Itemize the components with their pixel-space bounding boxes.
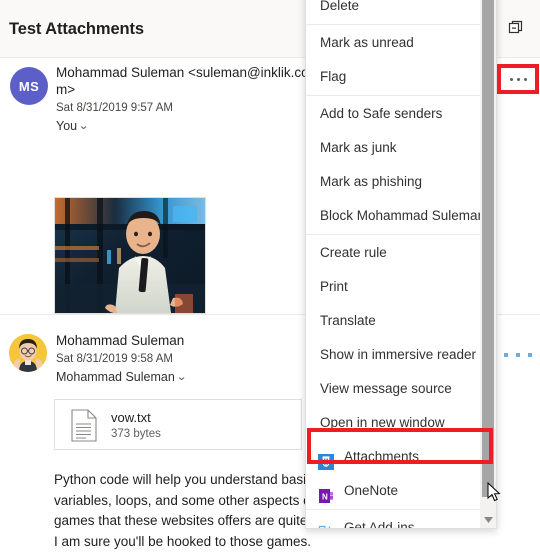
- menu-item-mark-as-unread[interactable]: Mark as unread: [306, 26, 496, 60]
- menu-item-get-add-ins[interactable]: Get Add-ins: [306, 511, 496, 529]
- chevron-down-icon[interactable]: ⌄: [176, 369, 188, 385]
- menu-item-attachments[interactable]: Attachments: [306, 440, 496, 474]
- menu-item-label: Print: [320, 279, 348, 294]
- restore-window-icon: [508, 19, 524, 40]
- menu-divider: [306, 24, 496, 25]
- menu-item-mark-as-junk[interactable]: Mark as junk: [306, 131, 496, 165]
- attachment-filename: vow.txt: [111, 410, 151, 425]
- menu-item-onenote[interactable]: N OneNote: [306, 474, 496, 508]
- message-more-actions-button[interactable]: [504, 345, 532, 365]
- page-title: Test Attachments: [9, 20, 145, 38]
- message-recipients[interactable]: Mohammad Suleman⌄: [56, 369, 316, 385]
- menu-item-label: Show in immersive reader: [320, 347, 477, 362]
- sender-name: Mohammad Suleman <suleman@inklik.com>: [56, 65, 309, 97]
- menu-item-label: Translate: [320, 313, 376, 328]
- message-header-2: Mohammad Suleman Sat 8/31/2019 9:58 AM M…: [56, 332, 316, 385]
- menu-item-label: Block Mohammad Suleman: [320, 208, 486, 223]
- menu-divider: [306, 509, 496, 510]
- scroll-down-arrow-icon[interactable]: [480, 512, 496, 528]
- svg-text:N: N: [322, 493, 328, 502]
- inline-image-attachment[interactable]: [54, 197, 206, 314]
- context-menu-list: Delete Mark as unread Flag Add to Safe send…: [306, 0, 496, 529]
- menu-item-label: Attachments: [344, 449, 420, 464]
- menu-item-label: Mark as phishing: [320, 174, 423, 189]
- menu-item-create-rule[interactable]: Create rule: [306, 236, 496, 270]
- menu-item-delete[interactable]: Delete: [306, 0, 496, 23]
- dot: [504, 353, 508, 357]
- menu-item-show-in-immersive-reader[interactable]: Show in immersive reader: [306, 338, 496, 372]
- text-file-icon: [70, 409, 98, 442]
- more-actions-button[interactable]: [501, 68, 535, 90]
- menu-divider: [306, 95, 496, 96]
- get-addins-icon: [318, 520, 334, 528]
- recipients-label: Mohammad Suleman: [56, 370, 175, 384]
- context-menu-scrollbar[interactable]: [480, 0, 496, 528]
- menu-item-mark-as-phishing[interactable]: Mark as phishing: [306, 165, 496, 199]
- menu-item-add-to-safe-senders[interactable]: Add to Safe senders: [306, 97, 496, 131]
- menu-item-view-message-source[interactable]: View message source: [306, 372, 496, 406]
- menu-item-label: Create rule: [320, 245, 387, 260]
- menu-item-label: Mark as junk: [320, 140, 397, 155]
- menu-item-label: Open in new window: [320, 415, 445, 430]
- menu-divider: [306, 234, 496, 235]
- menu-item-label: Delete: [320, 0, 360, 13]
- message-timestamp: Sat 8/31/2019 9:57 AM: [56, 102, 174, 114]
- sender-name: Mohammad Suleman: [56, 333, 185, 348]
- menu-item-translate[interactable]: Translate: [306, 304, 496, 338]
- dot: [528, 353, 532, 357]
- menu-item-label: Mark as unread: [320, 35, 414, 50]
- menu-item-label: View message source: [320, 381, 452, 396]
- scrollbar-thumb[interactable]: [482, 0, 494, 497]
- message-header-1: Mohammad Suleman <suleman@inklik.com> Sa…: [56, 64, 316, 134]
- dot: [523, 77, 527, 81]
- attachment-card[interactable]: vow.txt 373 bytes: [54, 399, 302, 450]
- menu-item-flag[interactable]: Flag: [306, 60, 496, 94]
- menu-item-block-mohammad-suleman[interactable]: Block Mohammad Suleman: [306, 199, 496, 233]
- dot: [509, 77, 513, 81]
- restore-window-button[interactable]: [500, 14, 532, 44]
- avatar: MS: [10, 67, 48, 105]
- message-timestamp: Sat 8/31/2019 9:58 AM: [56, 353, 174, 365]
- attachments-addin-icon: [318, 449, 334, 470]
- dot: [516, 353, 520, 357]
- menu-item-label: Flag: [320, 69, 347, 84]
- message-context-menu[interactable]: Delete Mark as unread Flag Add to Safe send…: [305, 0, 497, 529]
- dot: [516, 77, 520, 81]
- recipients-label: You: [56, 119, 78, 133]
- chevron-down-icon[interactable]: ⌄: [78, 118, 90, 134]
- menu-item-label: Get Add-ins: [344, 520, 415, 529]
- attachment-filesize: 373 bytes: [111, 428, 161, 440]
- avatar: [9, 334, 47, 372]
- menu-item-label: OneNote: [344, 483, 399, 498]
- menu-item-print[interactable]: Print: [306, 270, 496, 304]
- menu-item-label: Add to Safe senders: [320, 106, 443, 121]
- onenote-icon: N: [318, 483, 334, 503]
- message-recipients[interactable]: You⌄: [56, 118, 316, 134]
- menu-item-open-in-new-window[interactable]: Open in new window: [306, 406, 496, 440]
